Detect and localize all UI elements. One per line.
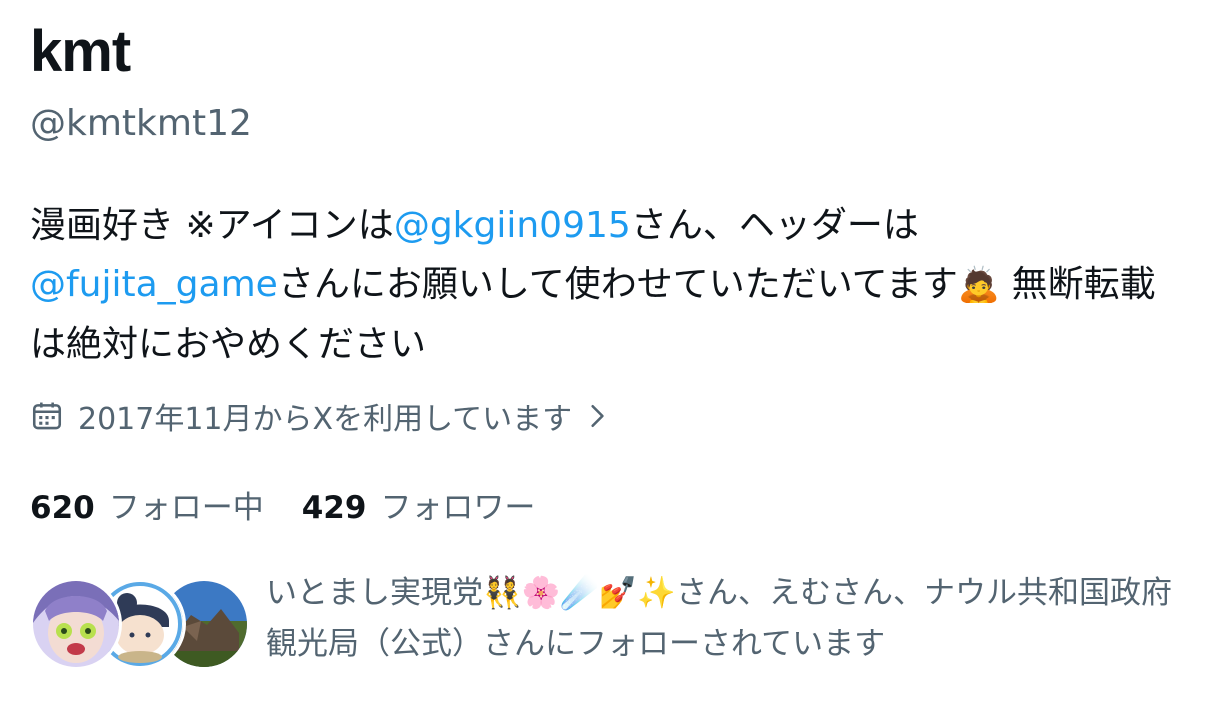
bowing-emoji: 🙇 <box>957 265 1001 305</box>
calendar-icon <box>32 402 62 430</box>
followers-count: 429 <box>301 489 367 526</box>
display-name: kmt <box>30 19 131 84</box>
avatar <box>30 578 122 670</box>
following-label: フォロー中 <box>108 489 264 526</box>
joined-text: 2017年11月からXを利用しています <box>78 402 573 437</box>
joined-date[interactable]: 2017年11月からXを利用しています <box>30 392 610 440</box>
bio: 漫画好き ※アイコンは@gkgiin0915さん、ヘッダーは @fujita_ga… <box>30 196 1180 374</box>
bio-text: 漫画好き ※アイコンは <box>30 205 394 246</box>
bio-text: さん、ヘッダーは <box>630 205 919 246</box>
followed-by-text: いとまし実現党👯🌸☄️💅✨さん、えむさん、ナウル共和国政府観光局（公式）さんにフ… <box>266 575 1172 662</box>
follower-avatars <box>30 578 250 670</box>
followed-by[interactable]: いとまし実現党👯🌸☄️💅✨さん、えむさん、ナウル共和国政府観光局（公式）さんにフ… <box>30 568 1180 678</box>
followers-label: フォロワー <box>380 489 536 526</box>
handle: @kmtkmt12 <box>30 103 252 144</box>
mention-link[interactable]: @gkgiin0915 <box>394 205 631 246</box>
follow-stats: 620 フォロー中 429 フォロワー <box>30 480 573 528</box>
mention-link[interactable]: @fujita_game <box>30 264 278 305</box>
following-link[interactable]: 620 フォロー中 <box>30 482 264 527</box>
bio-text: さんにお願いして使わせていただいてます <box>277 264 958 305</box>
chevron-right-icon <box>591 404 604 428</box>
followers-link[interactable]: 429 フォロワー <box>302 482 536 527</box>
following-count: 620 <box>30 489 95 526</box>
